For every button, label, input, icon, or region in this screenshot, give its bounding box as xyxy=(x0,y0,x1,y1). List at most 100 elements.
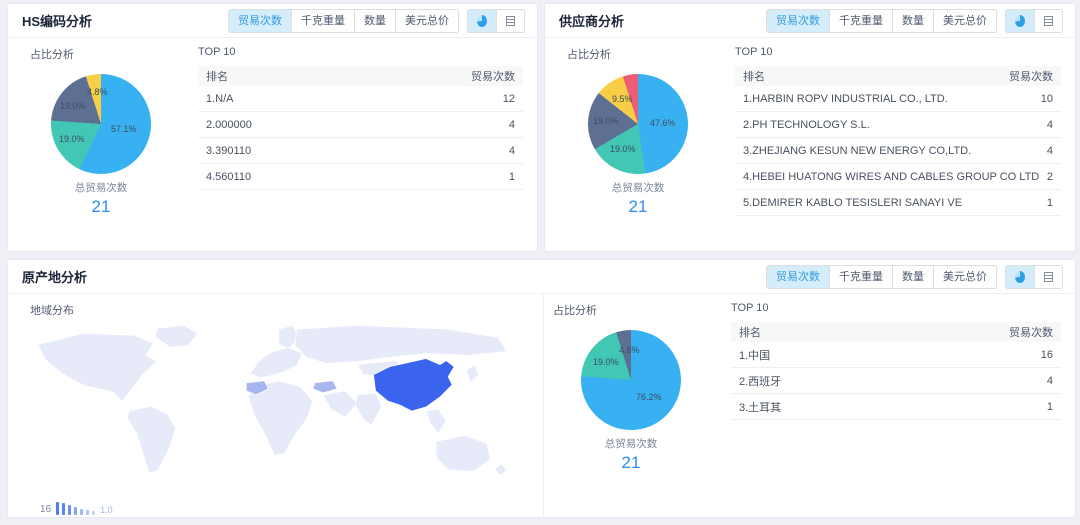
table-row: 3.3901104 xyxy=(198,138,523,164)
total-trades-label: 总贸易次数 xyxy=(544,436,718,451)
table-row: 4.560110 1 xyxy=(198,164,523,190)
hs-panel-title: HS编码分析 xyxy=(22,11,92,30)
world-map[interactable] xyxy=(24,320,529,490)
supplier-pie-chart[interactable]: 47.6% 19.0% 19.0% 9.5% xyxy=(588,74,688,174)
hs-top10-block: TOP 10 排名 贸易次数 1.N/A12 2.0000004 3.39011… xyxy=(194,38,537,217)
table-row: 1.N/A 12 xyxy=(198,86,523,112)
value-cell: 10 xyxy=(1041,93,1053,105)
rank-cell: 5.DEMIRER KABLO TESISLERI SANAYI VE xyxy=(743,197,962,209)
rank-cell: 1.N/A xyxy=(206,93,234,105)
value-cell: 1 xyxy=(1047,197,1053,209)
pie-slice-label: 19.0% xyxy=(593,116,619,126)
pie-view-button[interactable] xyxy=(1006,266,1034,288)
metric-button-quantity[interactable]: 数量 xyxy=(354,10,395,32)
rank-cell: 3.土耳其 xyxy=(739,399,781,415)
value-cell: 4 xyxy=(1047,145,1053,157)
table-row: 5.DEMIRER KABLO TESISLERI SANAYI VE 1 xyxy=(735,190,1061,216)
value-cell: 1 xyxy=(509,171,515,183)
hs-share-block: 占比分析 57.1% 19.0% 19.0% 4.8% 总贸易次数 21 xyxy=(8,38,194,217)
view-toggle-group xyxy=(467,9,525,33)
map-region-turkey[interactable] xyxy=(313,381,337,393)
legend-bar xyxy=(68,505,71,515)
map-landmass xyxy=(38,333,157,401)
metric-button-trade-count[interactable]: 贸易次数 xyxy=(229,10,291,32)
total-trades-label: 总贸易次数 xyxy=(8,180,194,195)
map-landmass xyxy=(495,464,507,476)
map-landmass xyxy=(155,325,197,347)
origin-panel-body: 地域分布 xyxy=(8,294,1075,517)
pie-view-button[interactable] xyxy=(1006,10,1034,32)
pie-slice-label: 4.8% xyxy=(619,345,640,355)
value-cell: 2 xyxy=(1047,171,1053,183)
value-cell: 16 xyxy=(1041,349,1053,361)
top10-label: TOP 10 xyxy=(198,46,523,58)
view-toggle-group xyxy=(1005,265,1063,289)
map-landmass xyxy=(295,325,507,363)
rank-column-header: 排名 xyxy=(206,68,228,84)
hs-panel-controls: 贸易次数 千克重量 数量 美元总价 xyxy=(228,9,525,33)
value-cell: 4 xyxy=(1047,119,1053,131)
pie-chart-icon xyxy=(1015,271,1025,283)
pie-slice-label: 4.8% xyxy=(87,87,108,97)
metric-button-quantity[interactable]: 数量 xyxy=(892,10,933,32)
value-cell: 4 xyxy=(509,119,515,131)
metric-button-kg-weight[interactable]: 千克重量 xyxy=(291,10,354,32)
rank-cell: 4.560110 xyxy=(206,171,251,183)
share-analysis-label: 占比分析 xyxy=(567,46,731,62)
hs-top10-table: 排名 贸易次数 1.N/A12 2.0000004 3.3901104 4.56… xyxy=(198,66,523,190)
origin-pie-chart[interactable]: 76.2% 19.0% 4.8% xyxy=(581,330,681,430)
share-analysis-label: 占比分析 xyxy=(553,302,718,318)
value-column-header: 贸易次数 xyxy=(1009,68,1053,84)
table-icon xyxy=(1044,16,1053,26)
value-column-header: 贸易次数 xyxy=(1009,324,1053,340)
table-view-button[interactable] xyxy=(496,10,524,32)
list-view-button[interactable] xyxy=(1034,266,1062,288)
table-view-button[interactable] xyxy=(1034,10,1062,32)
map-visual-legend[interactable]: 16 1.0 xyxy=(40,502,113,515)
rank-cell: 3.390110 xyxy=(206,145,251,157)
metric-button-quantity[interactable]: 数量 xyxy=(892,266,933,288)
hs-pie-wrap: 57.1% 19.0% 19.0% 4.8% xyxy=(46,74,156,174)
value-cell: 1 xyxy=(1047,401,1053,413)
map-landmass xyxy=(355,393,381,425)
panel-origin-analysis: 原产地分析 贸易次数 千克重量 数量 美元总价 地域分布 xyxy=(7,259,1076,518)
pie-slice-label: 47.6% xyxy=(650,118,676,128)
top10-label: TOP 10 xyxy=(731,302,1061,314)
supplier-pie-wrap: 47.6% 19.0% 19.0% 9.5% xyxy=(583,74,693,174)
metric-button-kg-weight[interactable]: 千克重量 xyxy=(829,266,892,288)
metric-button-trade-count[interactable]: 贸易次数 xyxy=(767,10,829,32)
legend-bar xyxy=(74,507,77,515)
map-landmass xyxy=(127,406,175,474)
region-distribution-label: 地域分布 xyxy=(30,302,543,318)
metric-button-trade-count[interactable]: 贸易次数 xyxy=(767,266,829,288)
rank-cell: 3.ZHEJIANG KESUN NEW ENERGY CO,LTD. xyxy=(743,145,971,157)
supplier-panel-body: 占比分析 47.6% 19.0% 19.0% 9.5% 总贸易次数 2 1 TOP… xyxy=(545,38,1075,217)
view-toggle-group xyxy=(1005,9,1063,33)
metric-button-usd-total[interactable]: 美元总价 xyxy=(395,10,458,32)
total-trades-label: 总贸易次数 xyxy=(545,180,731,195)
metric-button-group: 贸易次数 千克重量 数量 美元总价 xyxy=(766,9,997,33)
hs-pie-chart[interactable]: 57.1% 19.0% 19.0% 4.8% xyxy=(51,74,151,174)
table-header-row: 排名 贸易次数 xyxy=(735,66,1061,86)
table-row: 1.HARBIN ROPV INDUSTRIAL CO., LTD.10 xyxy=(735,86,1061,112)
supplier-panel-controls: 贸易次数 千克重量 数量 美元总价 xyxy=(766,9,1063,33)
supplier-top10-block: TOP 10 排名 贸易次数 1.HARBIN ROPV INDUSTRIAL … xyxy=(731,38,1075,217)
table-header-row: 排名 贸易次数 xyxy=(731,322,1061,342)
metric-button-usd-total[interactable]: 美元总价 xyxy=(933,266,996,288)
metric-button-group: 贸易次数 千克重量 数量 美元总价 xyxy=(766,265,997,289)
value-cell: 12 xyxy=(503,93,515,105)
metric-button-kg-weight[interactable]: 千克重量 xyxy=(829,10,892,32)
supplier-top10-table: 排名 贸易次数 1.HARBIN ROPV INDUSTRIAL CO., LT… xyxy=(735,66,1061,216)
origin-panel-header: 原产地分析 贸易次数 千克重量 数量 美元总价 xyxy=(8,260,1075,294)
pie-slice-label: 19.0% xyxy=(59,134,85,144)
rank-column-header: 排名 xyxy=(739,324,761,340)
hs-panel-body: 占比分析 57.1% 19.0% 19.0% 4.8% 总贸易次数 21 TOP… xyxy=(8,38,537,217)
pie-view-button[interactable] xyxy=(468,10,496,32)
metric-button-usd-total[interactable]: 美元总价 xyxy=(933,10,996,32)
table-row: 1.中国16 xyxy=(731,342,1061,368)
map-landmass xyxy=(466,365,478,383)
origin-top10-table: 排名 贸易次数 1.中国16 2.西班牙4 3.土耳其1 xyxy=(731,322,1061,420)
rank-cell: 4.HEBEI HUATONG WIRES AND CABLES GROUP C… xyxy=(743,171,1039,183)
rank-cell: 2.000000 xyxy=(206,119,252,131)
table-row: 2.000000 4 xyxy=(198,112,523,138)
